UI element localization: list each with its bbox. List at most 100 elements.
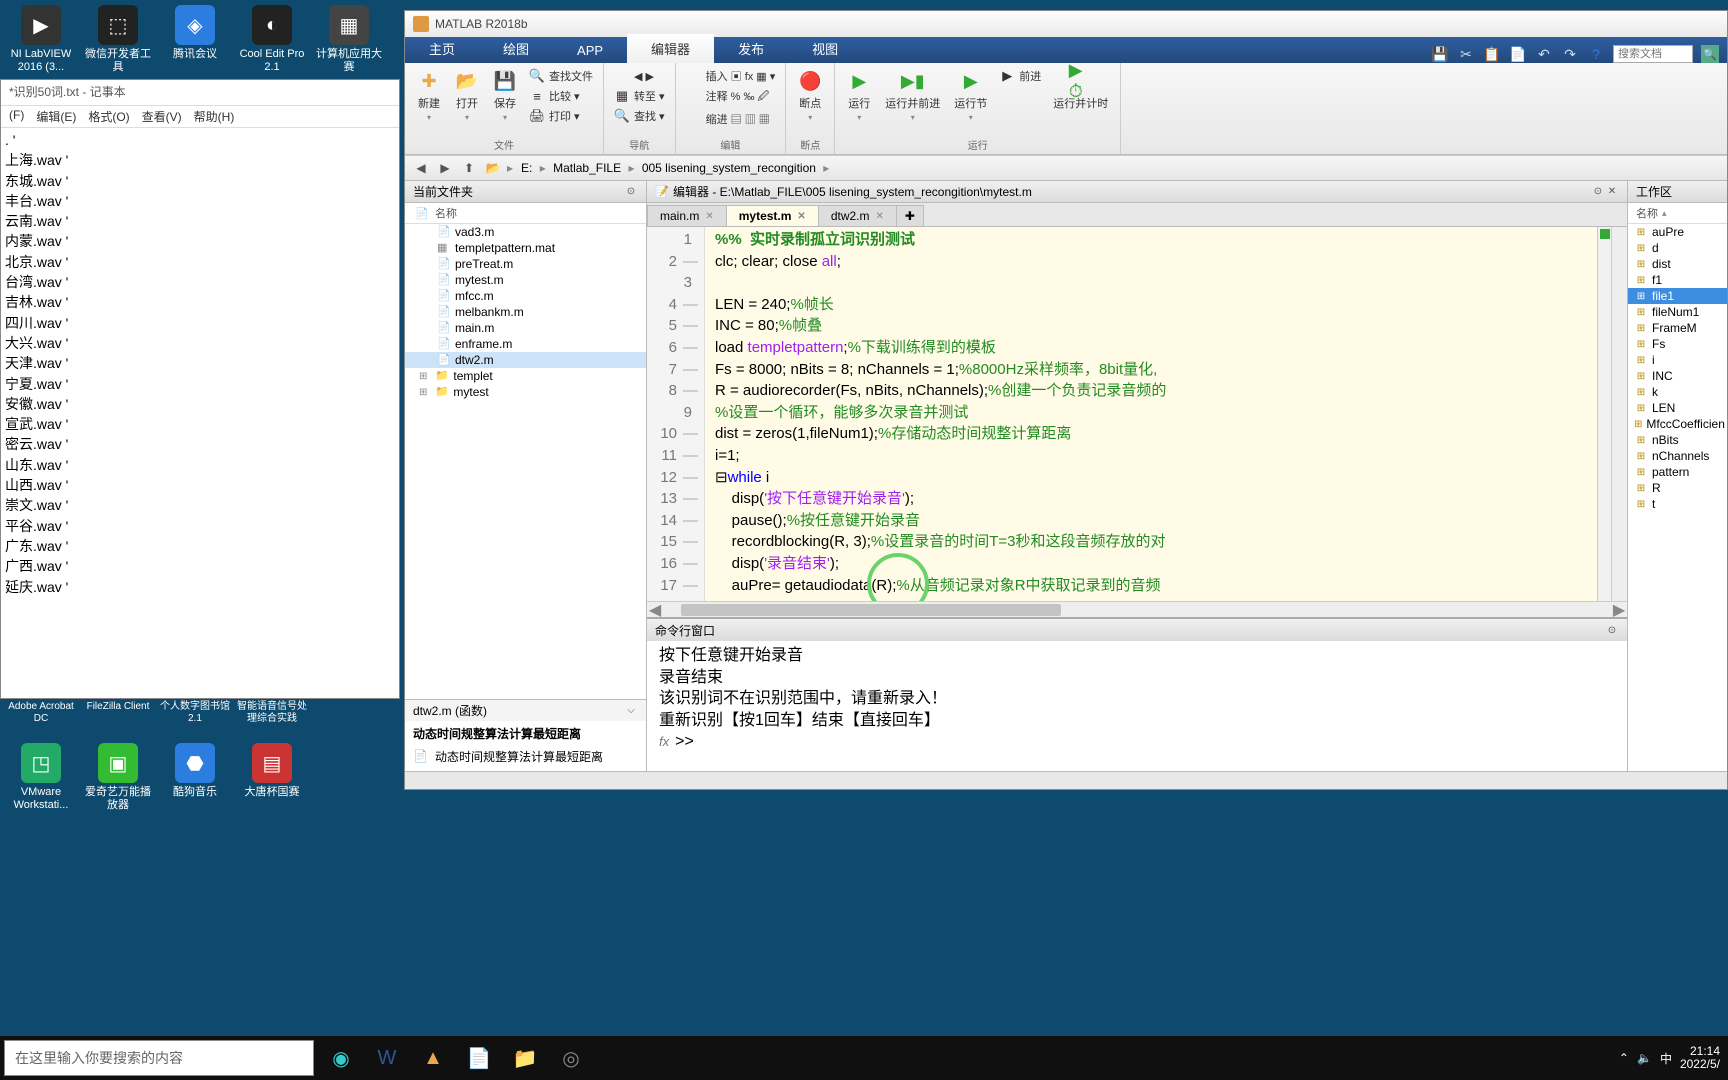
- toolstrip-button[interactable]: ▶运行节▾: [950, 67, 991, 124]
- toolstrip-small-button[interactable]: ▶前进: [997, 67, 1043, 85]
- doc-search-button[interactable]: 🔍: [1701, 45, 1719, 63]
- workspace-var[interactable]: ⊞MfccCoefficien: [1628, 416, 1727, 432]
- undo-icon[interactable]: ↶: [1535, 45, 1553, 63]
- up-icon[interactable]: ⬆: [459, 158, 479, 178]
- close-icon[interactable]: ✕: [876, 211, 884, 222]
- editor-tab[interactable]: dtw2.m✕: [818, 205, 897, 226]
- tray-date[interactable]: 2022/5/: [1680, 1058, 1720, 1071]
- ribbon-tab[interactable]: 视图: [788, 34, 862, 63]
- explorer-icon[interactable]: 📁: [502, 1036, 548, 1080]
- workspace-header[interactable]: 名称 ▴: [1628, 203, 1727, 224]
- workspace-var[interactable]: ⊞file1: [1628, 288, 1727, 304]
- toolstrip-small-button[interactable]: 🔍查找文件: [527, 67, 595, 85]
- scrollbar-thumb[interactable]: [681, 604, 1061, 616]
- folder-row[interactable]: 📄main.m: [405, 320, 646, 336]
- desktop-icon[interactable]: ⬚微信开发者工具: [82, 5, 154, 81]
- workspace-var[interactable]: ⊞LEN: [1628, 400, 1727, 416]
- desktop-icon[interactable]: ⬣酷狗音乐: [159, 743, 231, 819]
- toolstrip-small-button[interactable]: ▦转至 ▾: [612, 87, 667, 105]
- ribbon-tab[interactable]: APP: [553, 38, 627, 63]
- toolstrip-small-button[interactable]: 插入 ▣ fx ▦ ▾: [684, 67, 778, 85]
- code-line[interactable]: ⊟while i: [715, 467, 1587, 489]
- workspace-var[interactable]: ⊞pattern: [1628, 464, 1727, 480]
- code-line[interactable]: LEN = 240;%帧长: [715, 294, 1587, 316]
- code-line[interactable]: pause();%按任意键开始录音: [715, 510, 1587, 532]
- toolstrip-small-button[interactable]: ≡比较 ▾: [527, 87, 595, 105]
- panel-menu-icon[interactable]: ⊙: [624, 185, 638, 199]
- code-line[interactable]: dist = zeros(1,fileNum1);%存储动态时间规整计算距离: [715, 423, 1587, 445]
- workspace-var[interactable]: ⊞k: [1628, 384, 1727, 400]
- notepad-menu-item[interactable]: 帮助(H): [194, 108, 235, 125]
- code-line[interactable]: i=1;: [715, 445, 1587, 467]
- toolstrip-button[interactable]: 🔴断点▾: [794, 67, 826, 124]
- code-line[interactable]: recordblocking(R, 3);%设置录音的时间T=3秒和这段音频存放…: [715, 531, 1587, 553]
- new-tab-button[interactable]: ✚: [896, 205, 924, 226]
- folder-row[interactable]: 📁mytest: [405, 384, 646, 400]
- workspace-var[interactable]: ⊞R: [1628, 480, 1727, 496]
- code-line[interactable]: load templetpattern;%下载训练得到的模板: [715, 337, 1587, 359]
- workspace-var[interactable]: ⊞dist: [1628, 256, 1727, 272]
- back-icon[interactable]: ◀: [411, 158, 431, 178]
- redo-icon[interactable]: ↷: [1561, 45, 1579, 63]
- workspace-var[interactable]: ⊞INC: [1628, 368, 1727, 384]
- code-line[interactable]: %% 实时录制孤立词识别测试: [715, 229, 1587, 251]
- workspace-var[interactable]: ⊞auPre: [1628, 224, 1727, 240]
- editor-menu-icon[interactable]: ⊙: [1591, 185, 1605, 199]
- workspace-var[interactable]: ⊞fileNum1: [1628, 304, 1727, 320]
- folder-row[interactable]: ▦templetpattern.mat: [405, 240, 646, 256]
- editor-scrollbar-h[interactable]: ◀ ▶: [647, 601, 1627, 617]
- desktop-icon[interactable]: ◐Cool Edit Pro 2.1: [236, 5, 308, 81]
- workspace-var[interactable]: ⊞nBits: [1628, 432, 1727, 448]
- fwd-icon[interactable]: ▶: [435, 158, 455, 178]
- tray-chevron-icon[interactable]: ⌃: [1619, 1051, 1629, 1065]
- folder-row[interactable]: 📄dtw2.m: [405, 352, 646, 368]
- details-item[interactable]: 📄动态时间规整算法计算最短距离: [413, 746, 638, 767]
- folder-row[interactable]: 📄preTreat.m: [405, 256, 646, 272]
- tray-ime[interactable]: 中: [1660, 1050, 1672, 1067]
- matlab-taskbar-icon[interactable]: ▲: [410, 1036, 456, 1080]
- code-line[interactable]: [715, 596, 1587, 601]
- path-segment[interactable]: E:: [517, 159, 536, 177]
- toolstrip-small-button[interactable]: 缩进 ▤ ▥ ▦: [684, 110, 778, 128]
- code-line[interactable]: disp('按下任意键开始录音');: [715, 488, 1587, 510]
- desktop-icon[interactable]: ◈腾讯会议: [159, 5, 231, 81]
- toolstrip-button[interactable]: 📂打开▾: [451, 67, 483, 124]
- desktop-icon[interactable]: ◳VMware Workstati...: [5, 743, 77, 819]
- ribbon-tab[interactable]: 绘图: [479, 34, 553, 63]
- notepad-menu-item[interactable]: 格式(O): [88, 108, 129, 125]
- code-line[interactable]: INC = 80;%帧叠: [715, 315, 1587, 337]
- code-line[interactable]: [715, 272, 1587, 294]
- editor-scrollbar-v[interactable]: [1611, 227, 1627, 601]
- path-segment[interactable]: 005 lisening_system_recongition: [638, 159, 820, 177]
- folder-row[interactable]: 📄enframe.m: [405, 336, 646, 352]
- media-icon[interactable]: ◎: [548, 1036, 594, 1080]
- workspace-var[interactable]: ⊞Fs: [1628, 336, 1727, 352]
- toolstrip-button[interactable]: ▶▮运行并前进▾: [881, 67, 944, 124]
- desktop-icon[interactable]: ▤大唐杯国赛: [236, 743, 308, 819]
- cmd-prompt[interactable]: fx>>: [659, 731, 1615, 753]
- desktop-icon[interactable]: ▶NI LabVIEW 2016 (3...: [5, 5, 77, 81]
- toolstrip-button[interactable]: ✚新建▾: [413, 67, 445, 124]
- paste-icon[interactable]: 📄: [1509, 45, 1527, 63]
- notepad-menu-item[interactable]: 查看(V): [142, 108, 182, 125]
- browse-icon[interactable]: 📂: [483, 158, 503, 178]
- desktop-icon[interactable]: ▦计算机应用大赛: [313, 5, 385, 81]
- toolstrip-small-button[interactable]: 🔍查找 ▾: [612, 107, 667, 125]
- folder-row[interactable]: 📁templet: [405, 368, 646, 384]
- folder-row[interactable]: 📄mfcc.m: [405, 288, 646, 304]
- tray-network-icon[interactable]: 🔈: [1637, 1051, 1652, 1065]
- toolstrip-small-button[interactable]: ◀ ▶: [612, 67, 667, 85]
- fx-icon[interactable]: fx: [659, 733, 669, 751]
- folder-row[interactable]: 📄melbankm.m: [405, 304, 646, 320]
- code-line[interactable]: auPre= getaudiodata(R);%从音频记录对象R中获取记录到的音…: [715, 575, 1587, 597]
- code-line[interactable]: Fs = 8000; nBits = 8; nChannels = 1;%800…: [715, 359, 1587, 381]
- help-icon[interactable]: ?: [1587, 45, 1605, 63]
- toolstrip-small-button[interactable]: 🖨打印 ▾: [527, 107, 595, 125]
- editor-tab[interactable]: mytest.m✕: [726, 205, 819, 226]
- toolstrip-button[interactable]: ▶运行▾: [843, 67, 875, 124]
- toolstrip-button[interactable]: ▶⏱运行并计时: [1049, 67, 1112, 113]
- word-icon[interactable]: W: [364, 1036, 410, 1080]
- notepad-menu-item[interactable]: 编辑(E): [36, 108, 76, 125]
- workspace-var[interactable]: ⊞i: [1628, 352, 1727, 368]
- edge-icon[interactable]: ◉: [318, 1036, 364, 1080]
